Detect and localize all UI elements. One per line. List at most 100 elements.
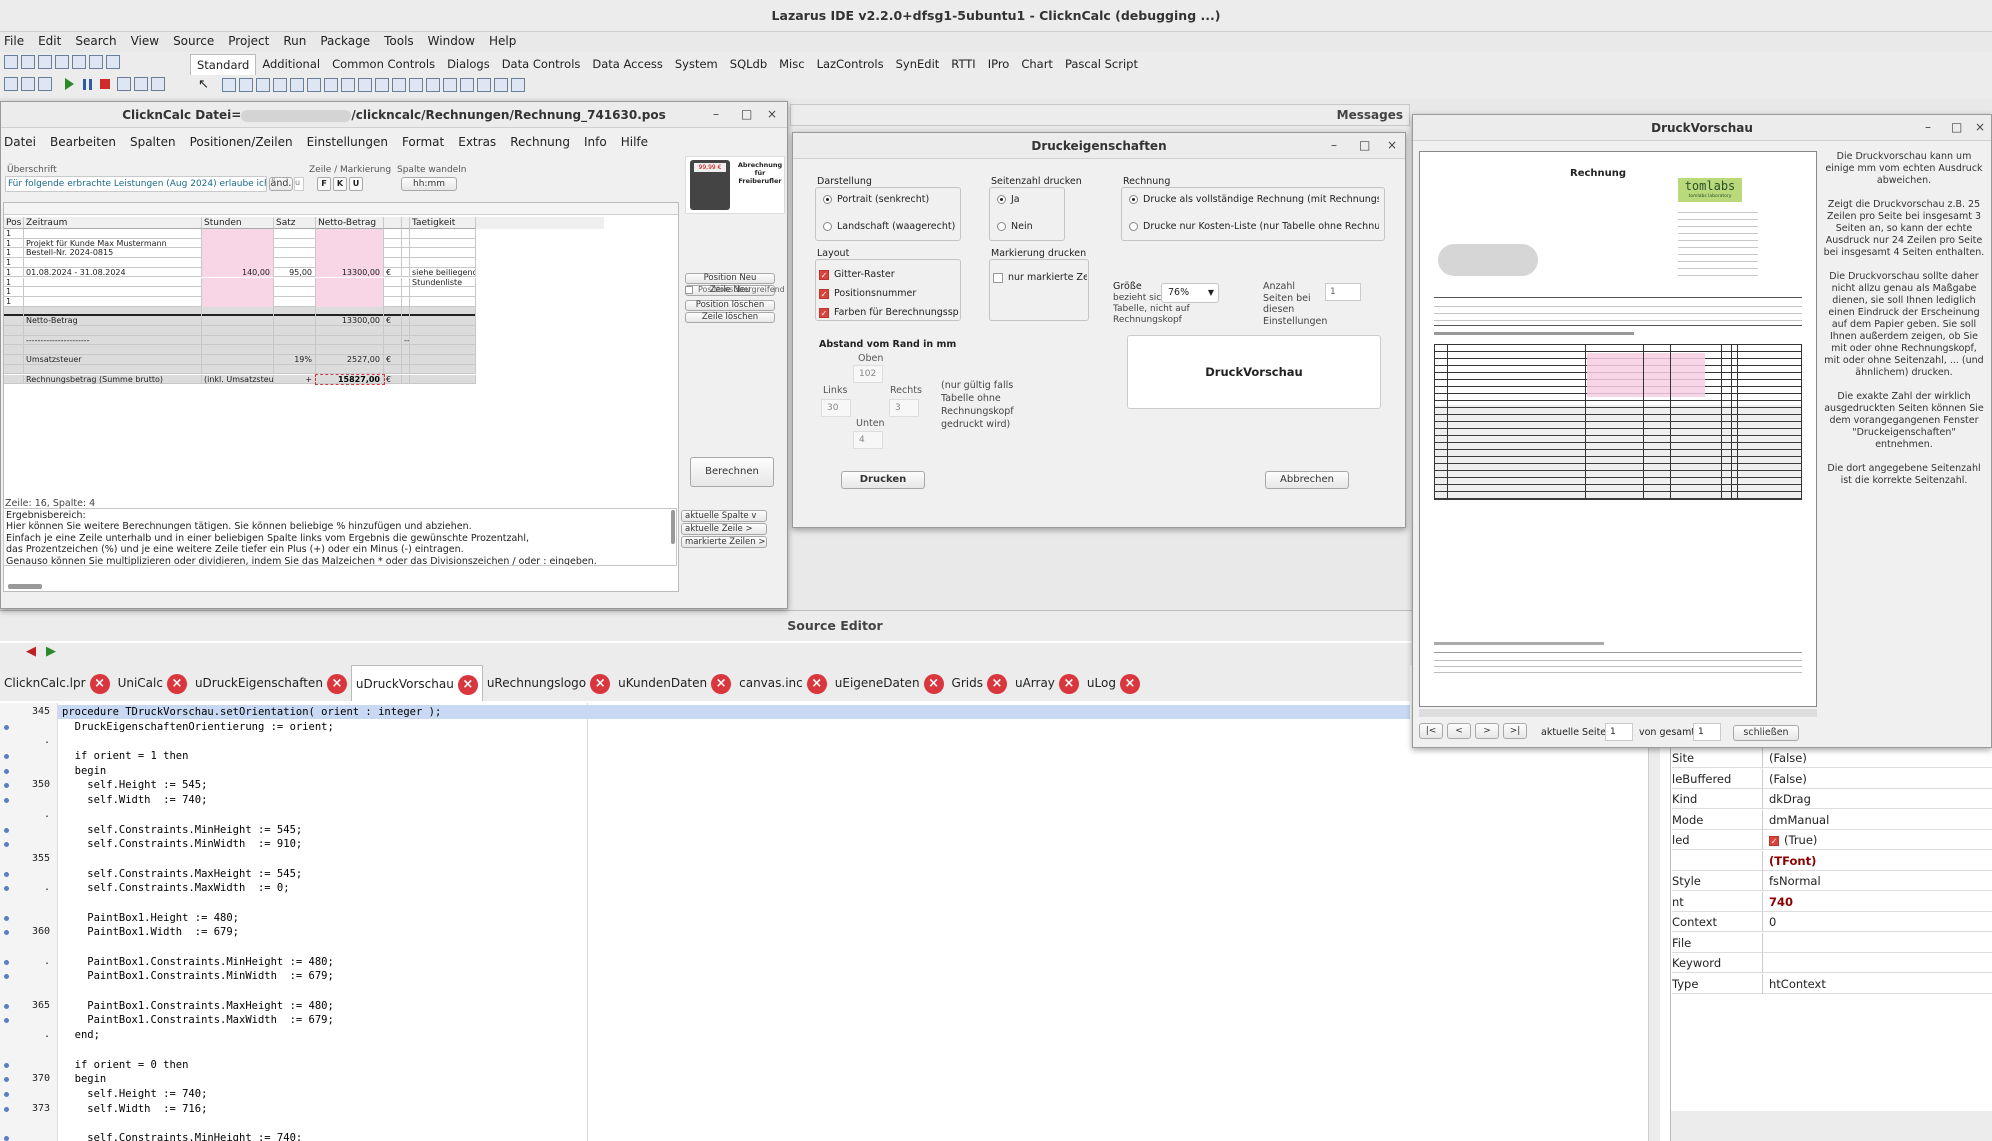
code-line[interactable]: [62, 734, 441, 749]
table-row[interactable]: Netto-Betrag 13300,00 €: [4, 316, 476, 326]
table-cell[interactable]: 15827,00: [315, 373, 385, 386]
table-cell[interactable]: [384, 277, 402, 288]
inspector-row[interactable]: led ✓ (True): [1672, 830, 1992, 850]
table-cell[interactable]: [316, 238, 384, 249]
ide-menu-source[interactable]: Source: [173, 34, 214, 50]
side-button-zeile-l-schen[interactable]: Zeile löschen: [685, 312, 775, 323]
table-cell[interactable]: [384, 248, 402, 259]
table-cell[interactable]: [4, 326, 24, 336]
farben-check[interactable]: ✓ Farben für Berechnungsspalt: [819, 307, 959, 318]
cc-menu-positionenzeilen[interactable]: Positionen/Zeilen: [190, 135, 293, 149]
tedit-icon[interactable]: [290, 78, 305, 92]
palette-tab-misc[interactable]: Misc: [773, 54, 810, 75]
cc-menu-extras[interactable]: Extras: [458, 135, 496, 149]
table-cell[interactable]: [24, 345, 202, 356]
minimize-icon[interactable]: –: [1331, 139, 1337, 151]
pause-icon[interactable]: [83, 78, 92, 90]
table-cell[interactable]: [384, 345, 402, 356]
table-cell[interactable]: [274, 229, 316, 239]
table-cell[interactable]: [274, 345, 316, 356]
table-cell[interactable]: [410, 345, 476, 356]
table-cell[interactable]: [402, 316, 410, 326]
table-cell[interactable]: [274, 296, 316, 307]
bottom-button-2[interactable]: markierte Zeilen >: [681, 536, 767, 548]
table-cell[interactable]: [384, 287, 402, 297]
code-line[interactable]: self.Width := 740;: [62, 793, 441, 808]
ide-menu-search[interactable]: Search: [75, 34, 116, 50]
table-cell[interactable]: [4, 355, 24, 365]
side-button-position-l-schen[interactable]: Position löschen: [685, 300, 775, 311]
table-cell[interactable]: 95,00: [274, 267, 316, 278]
breakpoint-dot-icon[interactable]: [4, 768, 9, 774]
close-icon[interactable]: ×: [1975, 121, 1985, 133]
table-cell[interactable]: [316, 258, 384, 268]
table-cell[interactable]: [24, 296, 202, 307]
positionsuebergreifend-check[interactable]: Positionsübergreifend: [685, 285, 785, 294]
step-over-icon[interactable]: [134, 77, 148, 91]
hhmm-button[interactable]: hh:mm: [401, 177, 457, 191]
jump-back-icon[interactable]: ◀: [26, 644, 36, 659]
code-line[interactable]: PaintBox1.Constraints.MaxWidth := 679;: [62, 1013, 441, 1028]
table-cell[interactable]: Bestell-Nr. 2024-0815: [24, 248, 202, 259]
table-cell[interactable]: ----------------------: [24, 335, 202, 346]
oben-input[interactable]: 102: [853, 365, 883, 383]
close-tab-icon[interactable]: ×: [923, 673, 944, 694]
table-cell[interactable]: [410, 374, 476, 385]
close-tab-icon[interactable]: ×: [166, 673, 187, 694]
ide-menu-window[interactable]: Window: [428, 34, 475, 50]
side-button-position-neu[interactable]: Position Neu: [685, 273, 775, 284]
table-cell[interactable]: [384, 306, 402, 317]
breakpoint-dot-icon[interactable]: [4, 1062, 9, 1068]
close-tab-icon[interactable]: ×: [1119, 673, 1140, 694]
table-cell[interactable]: [24, 306, 202, 317]
table-cell[interactable]: [202, 238, 274, 249]
format-button-k[interactable]: K: [333, 177, 347, 191]
table-cell[interactable]: [316, 287, 384, 297]
code-line[interactable]: [62, 940, 441, 955]
table-row[interactable]: 1: [4, 287, 476, 297]
palette-tab-rtti[interactable]: RTTI: [945, 54, 981, 75]
inspector-value[interactable]: fsNormal: [1762, 871, 1821, 891]
anzahl-seiten-input[interactable]: 1: [1325, 283, 1361, 301]
cc-menu-einstellungen[interactable]: Einstellungen: [307, 135, 388, 149]
palette-tab-additional[interactable]: Additional: [256, 54, 326, 75]
table-cell[interactable]: [316, 296, 384, 307]
table-cell[interactable]: [4, 306, 24, 317]
table-cell[interactable]: [384, 229, 402, 239]
tcombobox-icon[interactable]: [392, 78, 407, 92]
table-cell[interactable]: [274, 287, 316, 297]
table-row[interactable]: [4, 345, 476, 356]
tlistbox-icon[interactable]: [375, 78, 390, 92]
code-lines[interactable]: procedure TDruckVorschau.setOrientation(…: [62, 705, 441, 1141]
inspector-value[interactable]: dkDrag: [1762, 789, 1811, 809]
table-cell[interactable]: [274, 258, 316, 268]
code-line[interactable]: [62, 1116, 441, 1131]
berechnen-button[interactable]: Berechnen: [690, 457, 774, 487]
close-tab-icon[interactable]: ×: [1058, 673, 1079, 694]
table-cell[interactable]: [274, 306, 316, 317]
table-cell[interactable]: [24, 364, 202, 375]
code-line[interactable]: if orient = 1 then: [62, 749, 441, 764]
code-line[interactable]: if orient = 0 then: [62, 1058, 441, 1073]
table-cell[interactable]: [402, 248, 410, 259]
table-cell[interactable]: [4, 374, 24, 385]
ide-menu-project[interactable]: Project: [228, 34, 269, 50]
palette-tab-chart[interactable]: Chart: [1015, 54, 1059, 75]
table-cell[interactable]: [410, 364, 476, 375]
table-cell[interactable]: [202, 287, 274, 297]
cc-menu-format[interactable]: Format: [402, 135, 444, 149]
code-line[interactable]: [62, 896, 441, 911]
format-button-u[interactable]: U: [349, 177, 363, 191]
tactionlist-icon[interactable]: [511, 78, 526, 92]
bottom-button-1[interactable]: aktuelle Zeile >: [681, 523, 767, 535]
table-row[interactable]: [4, 364, 476, 375]
table-cell[interactable]: [274, 248, 316, 259]
ide-menu-view[interactable]: View: [131, 34, 159, 50]
table-cell[interactable]: 19%: [274, 355, 316, 365]
editor-tab[interactable]: uLog ×: [1083, 665, 1144, 701]
close-tab-icon[interactable]: ×: [326, 673, 347, 694]
maximize-icon[interactable]: □: [1951, 121, 1962, 133]
code-line[interactable]: PaintBox1.Height := 480;: [62, 911, 441, 926]
tmemo-icon[interactable]: [307, 78, 322, 92]
table-cell[interactable]: [274, 326, 316, 336]
